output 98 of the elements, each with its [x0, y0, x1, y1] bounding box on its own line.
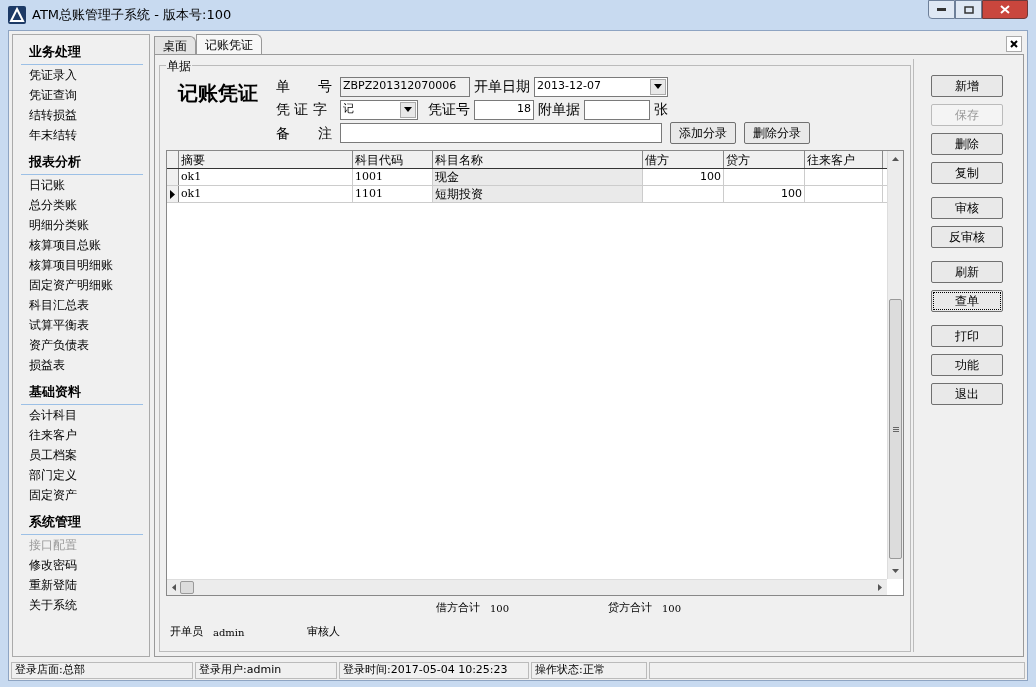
scroll-thumb[interactable] [180, 581, 194, 594]
credit-total-label: 贷方合计 [608, 599, 652, 616]
sidebar-item[interactable]: 日记账 [21, 175, 149, 195]
close-button[interactable] [982, 0, 1028, 19]
table-cell: 短期投资 [433, 186, 643, 202]
sidebar-item[interactable]: 核算项目明细账 [21, 255, 149, 275]
table-cell: 100 [724, 186, 805, 202]
close-icon [1000, 5, 1010, 14]
sidebar-item[interactable]: 往来客户 [21, 425, 149, 445]
table-cell: ok1 [179, 186, 353, 202]
sidebar-item[interactable]: 资产负债表 [21, 335, 149, 355]
sidebar-item[interactable]: 明细分类账 [21, 215, 149, 235]
window-title: ATM总账管理子系统 - 版本号:100 [32, 6, 232, 25]
scroll-thumb[interactable] [889, 299, 902, 559]
sidebar-item[interactable]: 重新登陆 [21, 575, 149, 595]
sidebar-item[interactable]: 核算项目总账 [21, 235, 149, 255]
sidebar-section-title: 业务处理 [21, 41, 143, 65]
attachment-field[interactable] [584, 99, 650, 120]
column-header[interactable]: 摘要 [179, 151, 353, 168]
field-label: 凭证号 [428, 100, 470, 119]
field-label: 备 注 [276, 123, 333, 143]
sidebar-item[interactable]: 固定资产 [21, 485, 149, 505]
sidebar-item[interactable]: 员工档案 [21, 445, 149, 465]
table-cell: 100 [643, 169, 724, 185]
status-bar-item: 登录时间:2017-05-04 10:25:23 [339, 661, 529, 679]
column-header[interactable]: 科目代码 [353, 151, 433, 168]
action-button[interactable]: 复制 [930, 162, 1003, 184]
scroll-up-icon[interactable] [892, 157, 899, 161]
close-tab-button[interactable] [1006, 36, 1022, 52]
field-label: 开单日期 [474, 77, 530, 96]
action-button[interactable]: 打印 [930, 325, 1003, 347]
sidebar-item[interactable]: 结转损益 [21, 105, 149, 125]
horizontal-scrollbar[interactable] [167, 579, 887, 595]
add-entry-button[interactable]: 添加分录 [670, 122, 736, 144]
group-label: 单据 [166, 57, 192, 75]
status-bar-item: 登录用户:admin [195, 661, 337, 679]
voucher-type-field[interactable]: 记 [340, 99, 418, 120]
voucher-seq-field[interactable]: 18 [474, 99, 534, 120]
column-header[interactable]: 科目名称 [433, 151, 643, 168]
voucher-heading: 记账凭证 [176, 80, 259, 107]
voucher-number-field[interactable]: ZBPZ201312070006 [340, 76, 470, 97]
auditor-label: 审核人 [307, 623, 340, 640]
status-bar-item: 登录店面:总部 [11, 661, 193, 679]
sidebar-section-title: 系统管理 [21, 511, 143, 535]
close-icon [1010, 40, 1018, 48]
app-logo-icon [8, 6, 26, 24]
scroll-down-icon[interactable] [892, 569, 899, 573]
creator-value: admin [213, 625, 246, 640]
vertical-scrollbar[interactable] [887, 151, 903, 579]
table-cell: 现金 [433, 169, 643, 185]
sidebar-item[interactable]: 部门定义 [21, 465, 149, 485]
minimize-button[interactable] [928, 0, 955, 19]
scroll-left-icon[interactable] [172, 584, 176, 591]
row-pointer-icon [170, 189, 175, 199]
sidebar-item[interactable]: 会计科目 [21, 405, 149, 425]
action-button[interactable]: 新增 [930, 75, 1003, 97]
sidebar-section-title: 基础资料 [21, 381, 143, 405]
maximize-icon [963, 5, 974, 14]
sidebar-item[interactable]: 修改密码 [21, 555, 149, 575]
sidebar-item[interactable]: 损益表 [21, 355, 149, 375]
sidebar-item[interactable]: 年末结转 [21, 125, 149, 145]
note-field[interactable] [340, 123, 662, 143]
column-header[interactable]: 往来客户 [805, 151, 883, 168]
delete-entry-button[interactable]: 删除分录 [744, 122, 810, 144]
date-field[interactable]: 2013-12-07 [534, 76, 668, 97]
sidebar-item[interactable]: 固定资产明细账 [21, 275, 149, 295]
tab[interactable]: 记账凭证 [196, 34, 262, 54]
status-bar-item: 操作状态:正常 [531, 661, 647, 679]
table-cell: ok1 [179, 169, 353, 185]
sidebar-item[interactable]: 关于系统 [21, 595, 149, 615]
sidebar-item[interactable]: 凭证查询 [21, 85, 149, 105]
sidebar-section-title: 报表分析 [21, 151, 143, 175]
creator-label: 开单员 [170, 623, 203, 640]
action-button[interactable]: 审核 [930, 197, 1003, 219]
row-header[interactable] [167, 186, 179, 202]
sidebar-item[interactable]: 试算平衡表 [21, 315, 149, 335]
field-label: 单 号 [276, 77, 333, 96]
sidebar-item[interactable]: 凭证录入 [21, 65, 149, 85]
maximize-button[interactable] [955, 0, 982, 19]
action-button[interactable]: 退出 [930, 383, 1003, 405]
credit-total-value: 100 [662, 601, 682, 616]
sidebar-item[interactable]: 科目汇总表 [21, 295, 149, 315]
unit-label: 张 [654, 100, 668, 119]
minimize-icon [937, 7, 946, 12]
action-button[interactable]: 刷新 [930, 261, 1003, 283]
debit-total-label: 借方合计 [436, 599, 480, 616]
action-button[interactable]: 功能 [930, 354, 1003, 376]
tab[interactable]: 桌面 [154, 36, 196, 54]
sidebar-item[interactable]: 总分类账 [21, 195, 149, 215]
column-header[interactable]: 借方 [643, 151, 724, 168]
debit-total-value: 100 [490, 601, 511, 616]
field-label: 凭 证 字 [276, 100, 328, 119]
column-header[interactable]: 贷方 [724, 151, 805, 168]
action-button[interactable]: 查单 [930, 290, 1003, 312]
field-label: 附单据 [538, 100, 580, 119]
action-button[interactable]: 反审核 [930, 226, 1003, 248]
action-button[interactable]: 删除 [930, 133, 1003, 155]
scroll-right-icon[interactable] [878, 584, 882, 591]
